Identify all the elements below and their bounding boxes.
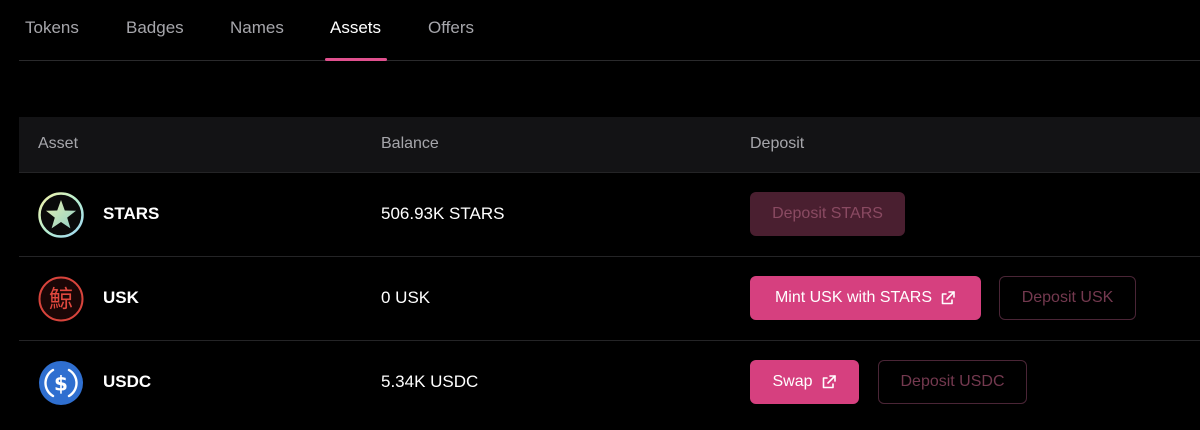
mint-usk-button[interactable]: Mint USK with STARS [750, 276, 981, 320]
button-label: Deposit USDC [900, 373, 1005, 390]
tabs-divider [19, 60, 1200, 61]
tab-tokens[interactable]: Tokens [25, 18, 79, 38]
deposit-usk-button[interactable]: Deposit USK [999, 276, 1136, 320]
asset-name: USK [103, 288, 139, 307]
tab-offers[interactable]: Offers [428, 18, 474, 38]
table-row: 鯨 USK 0 USK Mint USK with STARS Deposit … [19, 256, 1200, 340]
active-tab-indicator [325, 58, 387, 61]
profile-tabs: Tokens Badges Names Assets Offers [0, 0, 1200, 61]
button-label: Deposit USK [1021, 289, 1114, 306]
button-label: Deposit STARS [772, 205, 883, 222]
column-header-asset: Asset [38, 135, 79, 152]
deposit-usdc-button[interactable]: Deposit USDC [878, 360, 1027, 404]
assets-page: Tokens Badges Names Assets Offers Asset … [0, 0, 1200, 430]
usdc-token-icon: $ [39, 361, 83, 405]
external-link-icon [822, 375, 836, 389]
column-header-balance: Balance [381, 135, 439, 152]
usk-token-icon: 鯨 [38, 276, 84, 322]
button-label: Mint USK with STARS [774, 289, 933, 306]
deposit-stars-button[interactable]: Deposit STARS [750, 192, 905, 236]
table-row: $ USDC 5.34K USDC Swap Deposit USDC [19, 340, 1200, 424]
asset-name: STARS [103, 204, 160, 223]
button-label: Swap [772, 373, 813, 390]
asset-balance: 0 USK [381, 288, 431, 307]
asset-balance: 506.93K STARS [381, 204, 505, 223]
external-link-icon [941, 291, 955, 305]
tab-badges[interactable]: Badges [126, 18, 184, 38]
swap-button[interactable]: Swap [750, 360, 859, 404]
column-header-deposit: Deposit [750, 135, 805, 152]
assets-table: Asset Balance Deposit STARS 506.93K STAR… [19, 117, 1200, 430]
asset-balance: 5.34K USDC [381, 372, 479, 391]
asset-name: USDC [103, 372, 152, 391]
svg-text:鯨: 鯨 [49, 285, 73, 313]
tab-names[interactable]: Names [230, 18, 284, 38]
stars-token-icon [38, 192, 84, 238]
svg-text:$: $ [54, 372, 68, 396]
table-header: Asset Balance Deposit [19, 117, 1200, 172]
tab-assets[interactable]: Assets [330, 18, 381, 38]
table-row: STARS 506.93K STARS Deposit STARS [19, 172, 1200, 256]
